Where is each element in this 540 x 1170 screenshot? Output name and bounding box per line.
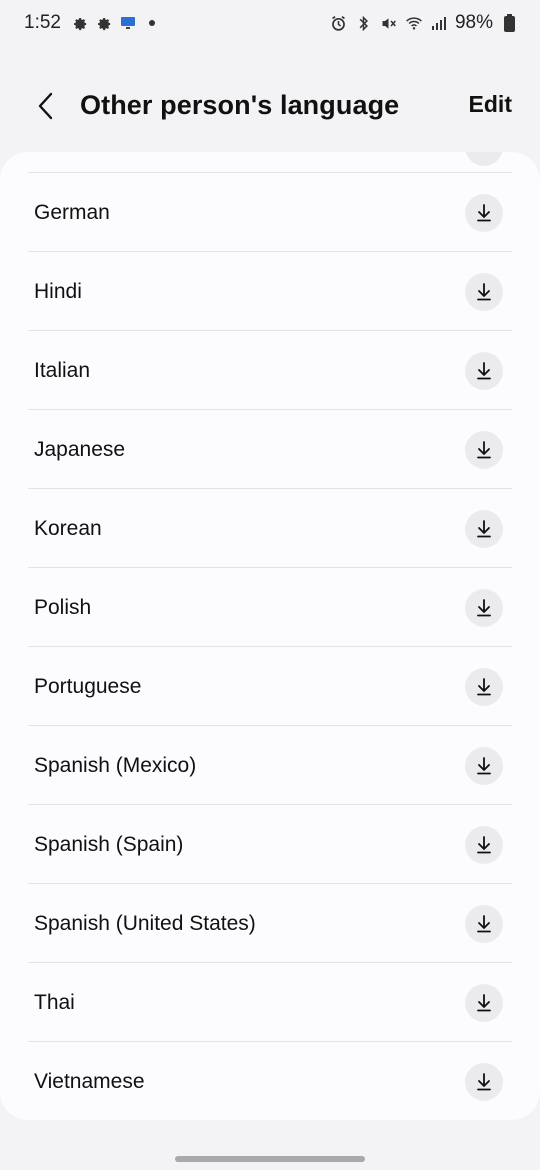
language-label: Thai bbox=[34, 990, 75, 1014]
language-label: Hindi bbox=[34, 279, 82, 303]
download-button[interactable] bbox=[465, 430, 503, 469]
bluetooth-icon bbox=[355, 14, 373, 32]
download-icon bbox=[477, 598, 491, 616]
header: Other person's language Edit bbox=[0, 70, 540, 142]
language-label: Polish bbox=[34, 595, 92, 619]
download-button[interactable] bbox=[465, 746, 503, 785]
page-title: Other person's language bbox=[80, 90, 400, 120]
list-item[interactable]: Hindi bbox=[28, 251, 512, 331]
mute-icon bbox=[380, 14, 398, 32]
download-button[interactable] bbox=[465, 193, 503, 232]
download-icon bbox=[477, 677, 491, 695]
language-label: Spanish (Mexico) bbox=[34, 753, 197, 777]
list-item[interactable]: Italian bbox=[28, 330, 512, 410]
list-item[interactable]: Spanish (Spain) bbox=[28, 804, 512, 884]
download-icon bbox=[477, 993, 491, 1011]
language-label: German bbox=[34, 200, 110, 224]
language-label: Korean bbox=[34, 516, 102, 540]
wifi-icon bbox=[405, 14, 423, 32]
list-item[interactable]: Portuguese bbox=[28, 646, 512, 726]
battery-icon bbox=[500, 14, 518, 32]
back-arrow-icon bbox=[38, 92, 53, 120]
list-item[interactable]: Spanish (United States) bbox=[28, 883, 512, 963]
gear-icon bbox=[95, 14, 113, 32]
download-button[interactable] bbox=[465, 983, 503, 1022]
download-button[interactable] bbox=[465, 509, 503, 548]
download-icon bbox=[477, 519, 491, 537]
list-item[interactable]: Korean bbox=[28, 488, 512, 568]
gear-icon bbox=[71, 14, 89, 32]
dot-icon bbox=[143, 14, 161, 32]
status-right: 98% bbox=[330, 12, 518, 34]
list-item[interactable]: Polish bbox=[28, 567, 512, 647]
language-label: Japanese bbox=[34, 437, 126, 461]
download-icon bbox=[477, 914, 491, 932]
edit-button[interactable]: Edit bbox=[469, 91, 512, 118]
language-label: Italian bbox=[34, 358, 91, 382]
back-button[interactable] bbox=[26, 86, 66, 126]
language-label: Spanish (Spain) bbox=[34, 832, 184, 856]
download-icon bbox=[477, 756, 491, 774]
download-button[interactable] bbox=[465, 272, 503, 311]
download-button[interactable] bbox=[465, 904, 503, 943]
download-button[interactable] bbox=[465, 667, 503, 706]
status-bar: 1:52 98% bbox=[0, 0, 540, 52]
language-label: Vietnamese bbox=[34, 1069, 145, 1093]
download-button[interactable] bbox=[465, 351, 503, 390]
download-icon bbox=[477, 203, 491, 221]
list-item[interactable]: Spanish (Mexico) bbox=[28, 725, 512, 805]
language-label: Portuguese bbox=[34, 674, 142, 698]
signal-icon bbox=[430, 14, 448, 32]
download-icon bbox=[477, 835, 491, 853]
status-left: 1:52 bbox=[24, 12, 161, 34]
monitor-icon bbox=[119, 14, 137, 32]
download-button[interactable] bbox=[465, 1062, 503, 1101]
download-button[interactable] bbox=[465, 152, 503, 166]
alarm-icon bbox=[330, 14, 348, 32]
navigation-handle[interactable] bbox=[175, 1156, 365, 1162]
download-icon bbox=[477, 440, 491, 458]
list-item[interactable]: Thai bbox=[28, 962, 512, 1042]
language-label: Spanish (United States) bbox=[34, 911, 256, 935]
list-item[interactable]: Japanese bbox=[28, 409, 512, 489]
language-list[interactable]: German Hindi Italian Japanese Korean Polish Po… bbox=[0, 152, 540, 1120]
download-icon bbox=[477, 361, 491, 379]
download-button[interactable] bbox=[465, 825, 503, 864]
list-item[interactable]: Vietnamese bbox=[28, 1041, 512, 1120]
download-icon bbox=[477, 282, 491, 300]
download-icon bbox=[477, 1072, 491, 1090]
battery-percent: 98% bbox=[454, 12, 493, 33]
list-item[interactable]: German bbox=[28, 172, 512, 252]
download-button[interactable] bbox=[465, 588, 503, 627]
status-time: 1:52 bbox=[24, 12, 61, 33]
